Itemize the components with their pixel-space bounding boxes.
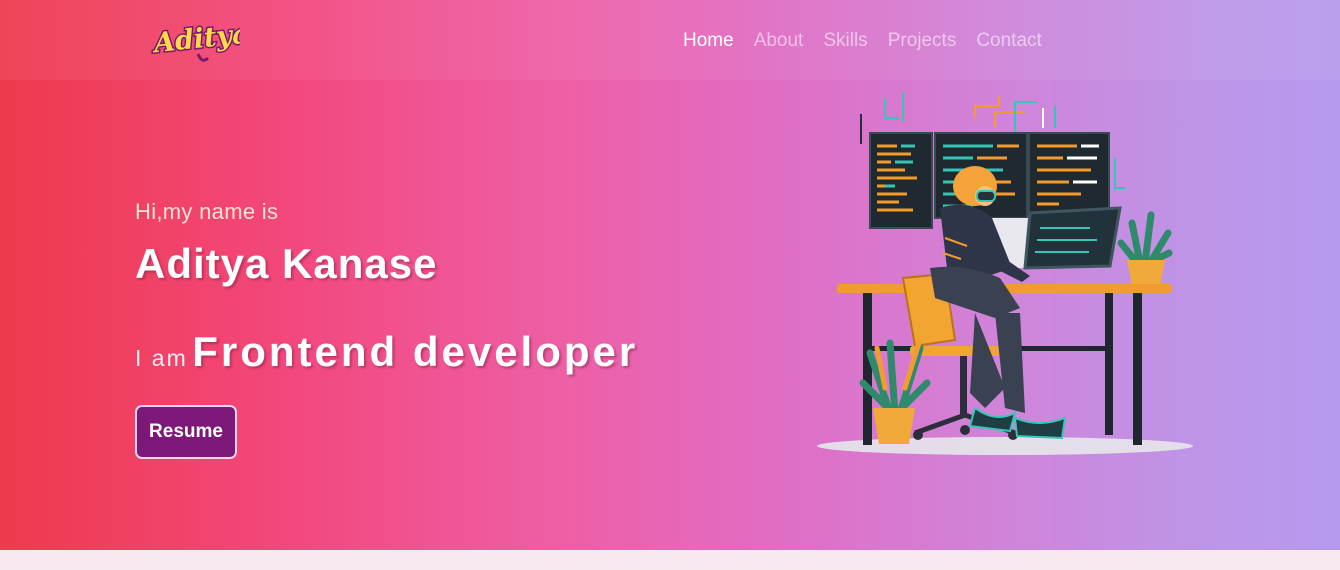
nav-projects[interactable]: Projects [888,30,957,52]
hero-section: Aditya Home About Skills Projects Contac… [0,0,1340,550]
resume-button[interactable]: Resume [135,405,237,459]
greeting-text: Hi,my name is [135,199,279,224]
next-section-edge [0,550,1340,570]
page: Aditya Home About Skills Projects Contac… [0,0,1340,570]
role-prefix: I am [135,345,188,371]
plant-desk [1117,211,1173,286]
nav-about[interactable]: About [754,30,804,52]
hero-name: Aditya Kanase [135,240,438,287]
main-nav: Home About Skills Projects Contact [683,30,1042,52]
role-title: Frontend developer [192,328,639,375]
nav-contact[interactable]: Contact [976,30,1041,52]
role-line: I am Frontend developer [135,328,638,376]
developer-illustration [817,92,1193,455]
navbar: Aditya Home About Skills Projects Contac… [0,0,1340,80]
nav-home[interactable]: Home [683,30,734,52]
plant-floor [859,339,931,444]
nav-skills[interactable]: Skills [823,30,867,52]
logo[interactable]: Aditya [150,14,240,66]
svg-text:Aditya: Aditya [150,18,240,59]
